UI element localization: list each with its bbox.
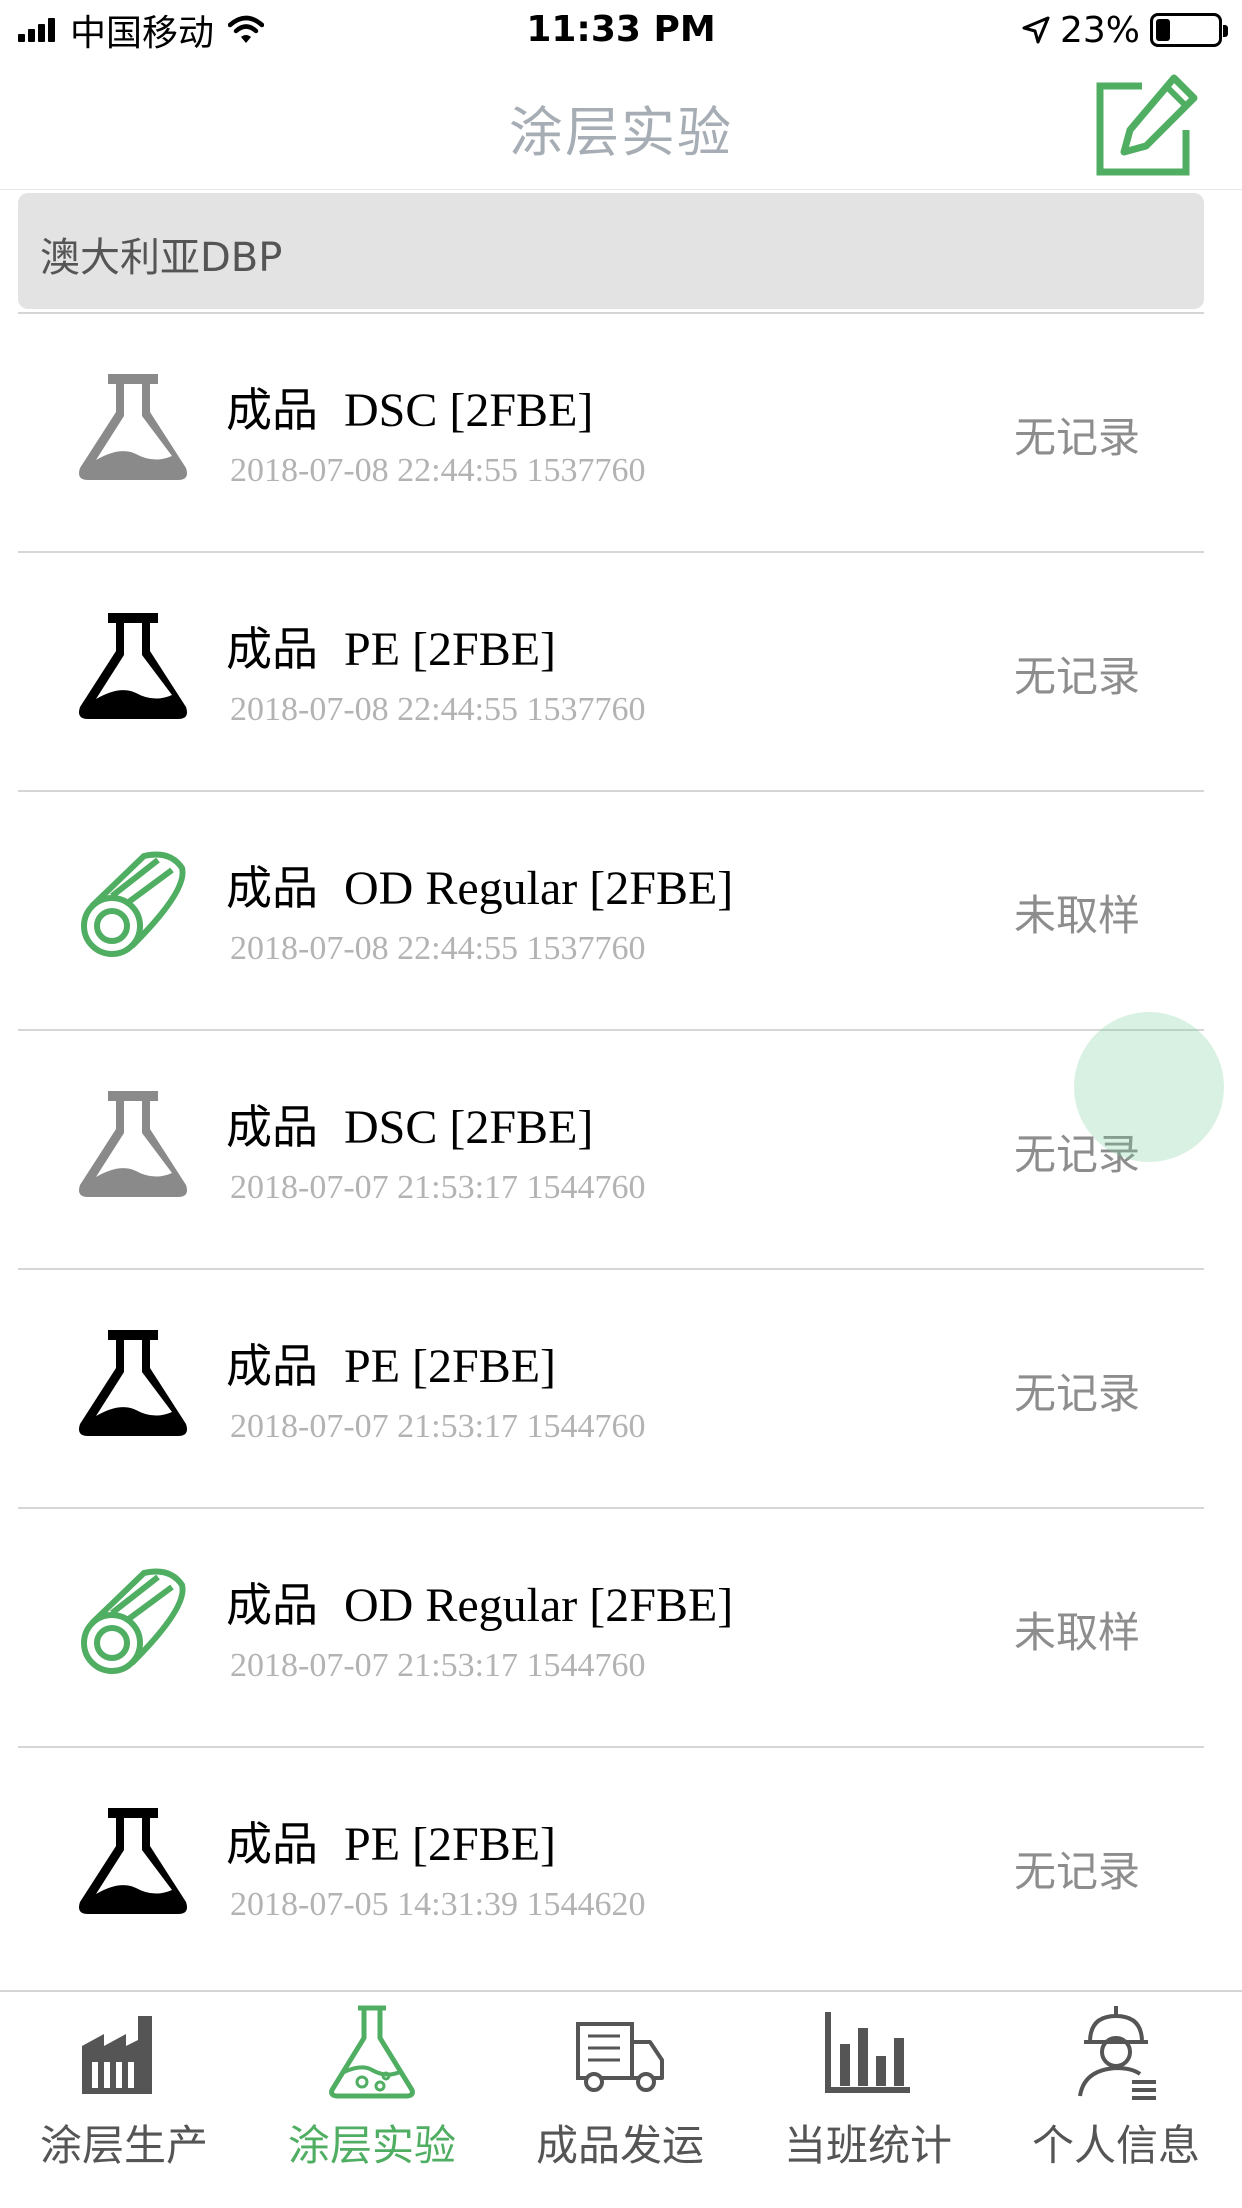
tab-shift-statistics[interactable]: 当班统计: [744, 1992, 992, 2208]
item-name: PE [2FBE]: [344, 1340, 557, 1393]
navigation-bar: 涂层实验: [0, 60, 1242, 190]
list-item[interactable]: 成品 PE [2FBE] 2018-07-08 22:44:55 1537760 …: [0, 551, 1242, 790]
list-item[interactable]: 成品 PE [2FBE] 2018-07-05 14:31:39 1544620 …: [0, 1746, 1242, 1985]
item-name: PE [2FBE]: [344, 623, 557, 676]
item-status: 无记录: [1013, 1847, 1140, 1896]
status-right: 23%: [1022, 8, 1228, 52]
tab-label: 当班统计: [783, 2121, 952, 2170]
item-name: PE [2FBE]: [344, 1818, 557, 1871]
tab-label: 涂层实验: [287, 2121, 456, 2170]
tab-coating-production[interactable]: 涂层生产: [0, 1992, 248, 2208]
item-status: 未取样: [1013, 1608, 1140, 1657]
tab-label: 涂层生产: [39, 2121, 208, 2170]
battery-level: [1156, 19, 1170, 41]
touch-indicator: [1074, 1012, 1224, 1162]
flask-icon: [329, 2005, 415, 2099]
item-name: OD Regular [2FBE]: [344, 862, 734, 915]
item-status: 无记录: [1013, 652, 1140, 701]
item-title: 成品 OD Regular [2FBE]: [226, 1569, 733, 1635]
truck-icon: [576, 2022, 664, 2092]
tab-label: 个人信息: [1031, 2121, 1200, 2170]
filter-text: 澳大利亚DBP: [40, 235, 283, 281]
item-subtitle: 2018-07-07 21:53:17 1544760: [230, 1647, 646, 1684]
flask-gray-icon: [79, 1091, 187, 1197]
tab-personal-info[interactable]: 个人信息: [992, 1992, 1240, 2208]
item-subtitle: 2018-07-07 21:53:17 1544760: [230, 1169, 646, 1206]
tab-label: 成品发运: [535, 2121, 704, 2170]
item-prefix: 成品: [226, 622, 318, 676]
battery-icon: [1150, 13, 1228, 47]
status-bar: 中国移动 11:33 PM 23%: [0, 0, 1242, 60]
flask-gray-icon: [79, 374, 187, 480]
item-prefix: 成品: [226, 1578, 318, 1632]
item-status: 无记录: [1013, 1369, 1140, 1418]
item-name: OD Regular [2FBE]: [344, 1579, 734, 1632]
item-prefix: 成品: [226, 1100, 318, 1154]
worker-icon: [1078, 2006, 1156, 2100]
factory-icon: [82, 2016, 152, 2094]
tab-product-shipping[interactable]: 成品发运: [496, 1992, 744, 2208]
item-subtitle: 2018-07-08 22:44:55 1537760: [230, 691, 646, 728]
item-subtitle: 2018-07-05 14:31:39 1544620: [230, 1886, 646, 1923]
item-title: 成品 PE [2FBE]: [226, 613, 556, 679]
bar-chart-icon: [825, 2012, 910, 2093]
item-prefix: 成品: [226, 861, 318, 915]
flask-black-icon: [79, 613, 187, 719]
flask-black-icon: [79, 1808, 187, 1914]
pipe-icon: [74, 846, 192, 964]
item-prefix: 成品: [226, 1339, 318, 1393]
item-status: 未取样: [1013, 891, 1140, 940]
item-subtitle: 2018-07-07 21:53:17 1544760: [230, 1408, 646, 1445]
item-title: 成品 DSC [2FBE]: [226, 1091, 593, 1157]
item-name: DSC [2FBE]: [344, 1101, 594, 1154]
item-name: DSC [2FBE]: [344, 384, 594, 437]
page-title: 涂层实验: [509, 101, 733, 164]
item-subtitle: 2018-07-08 22:44:55 1537760: [230, 930, 646, 967]
pipe-icon: [74, 1563, 192, 1681]
item-title: 成品 DSC [2FBE]: [226, 374, 593, 440]
list-item[interactable]: 成品 DSC [2FBE] 2018-07-07 21:53:17 1544760…: [0, 1029, 1242, 1268]
edit-square-icon[interactable]: [1090, 74, 1200, 184]
flask-black-icon: [79, 1330, 187, 1436]
item-subtitle: 2018-07-08 22:44:55 1537760: [230, 452, 646, 489]
list-item[interactable]: 成品 OD Regular [2FBE] 2018-07-07 21:53:17 …: [0, 1507, 1242, 1746]
tab-coating-experiment[interactable]: 涂层实验: [248, 1992, 496, 2208]
list-item[interactable]: 成品 DSC [2FBE] 2018-07-08 22:44:55 1537760…: [0, 312, 1242, 551]
location-arrow-icon: [1022, 16, 1050, 44]
item-prefix: 成品: [226, 383, 318, 437]
list-item[interactable]: 成品 OD Regular [2FBE] 2018-07-08 22:44:55 …: [0, 790, 1242, 1029]
experiment-list: 成品 DSC [2FBE] 2018-07-08 22:44:55 1537760…: [0, 312, 1242, 1985]
battery-percent: 23%: [1059, 9, 1140, 51]
filter-bar[interactable]: 澳大利亚DBP: [18, 193, 1204, 309]
item-title: 成品 PE [2FBE]: [226, 1330, 556, 1396]
item-title: 成品 OD Regular [2FBE]: [226, 852, 733, 918]
item-title: 成品 PE [2FBE]: [226, 1808, 556, 1874]
list-item[interactable]: 成品 PE [2FBE] 2018-07-07 21:53:17 1544760 …: [0, 1268, 1242, 1507]
tab-bar: 涂层生产 涂层实验 成品发运 当班统计 个人信息: [0, 1990, 1242, 2208]
item-prefix: 成品: [226, 1817, 318, 1871]
item-status: 无记录: [1013, 413, 1140, 462]
